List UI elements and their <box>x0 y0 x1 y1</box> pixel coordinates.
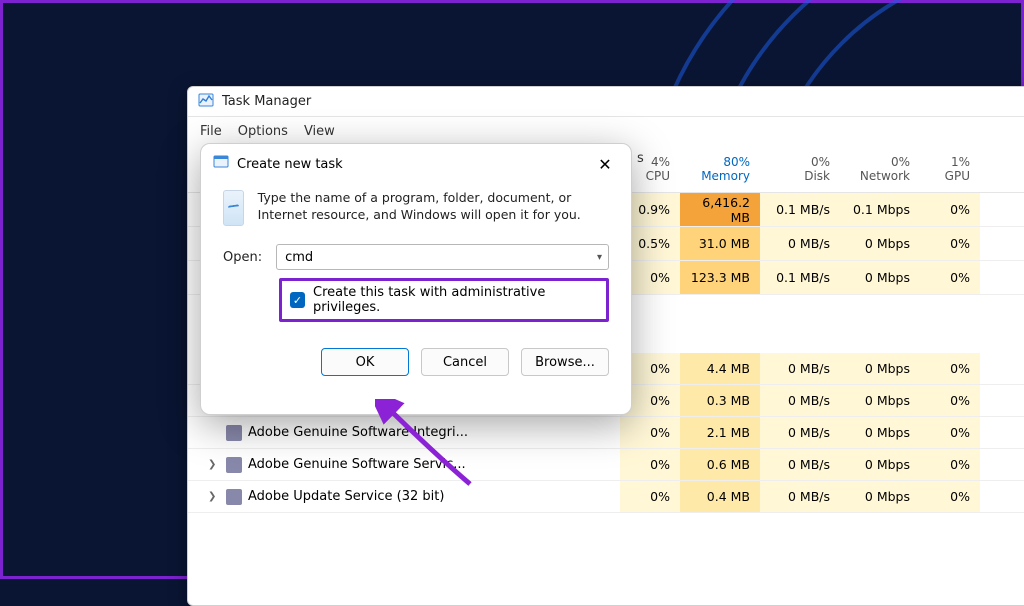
process-name: Adobe Update Service (32 bit) <box>248 489 444 504</box>
cell-gpu: 0% <box>920 481 980 512</box>
cell-disk: 0.1 MB/s <box>760 193 840 226</box>
cell-memory: 0.3 MB <box>680 385 760 416</box>
dialog-title: Create new task <box>237 157 343 172</box>
browse-button[interactable]: Browse... <box>521 348 609 376</box>
run-large-icon <box>223 190 244 226</box>
table-row[interactable]: Adobe Genuine Software Integri... 0% 2.1… <box>188 417 1024 449</box>
cell-disk: 0 MB/s <box>760 449 840 480</box>
dialog-info-text: Type the name of a program, folder, docu… <box>258 190 609 224</box>
expand-icon[interactable]: ❯ <box>208 459 220 470</box>
ok-button[interactable]: OK <box>321 348 409 376</box>
cell-network: 0 Mbps <box>840 261 920 294</box>
process-icon <box>226 457 242 473</box>
cell-disk: 0 MB/s <box>760 481 840 512</box>
process-icon <box>226 489 242 505</box>
task-manager-titlebar[interactable]: Task Manager <box>188 87 1024 117</box>
cell-disk: 0 MB/s <box>760 353 840 384</box>
cell-gpu: 0% <box>920 193 980 226</box>
cell-disk: 0.1 MB/s <box>760 261 840 294</box>
cell-disk: 0 MB/s <box>760 417 840 448</box>
cancel-button[interactable]: Cancel <box>421 348 509 376</box>
col-disk[interactable]: 0%Disk <box>760 145 840 192</box>
close-icon: ✕ <box>598 155 611 174</box>
cell-memory: 2.1 MB <box>680 417 760 448</box>
open-value: cmd <box>285 250 313 265</box>
admin-label: Create this task with administrative pri… <box>313 285 598 315</box>
cell-gpu: 0% <box>920 261 980 294</box>
close-button[interactable]: ✕ <box>591 152 619 176</box>
process-name: Adobe Genuine Software Integri... <box>248 425 468 440</box>
chevron-down-icon: ▾ <box>597 252 602 263</box>
cell-network: 0 Mbps <box>840 481 920 512</box>
cell-network: 0.1 Mbps <box>840 193 920 226</box>
task-manager-title: Task Manager <box>222 94 311 109</box>
cell-memory: 4.4 MB <box>680 353 760 384</box>
cell-gpu: 0% <box>920 385 980 416</box>
cell-gpu: 0% <box>920 417 980 448</box>
process-icon <box>226 425 242 441</box>
task-manager-icon <box>198 92 214 112</box>
cell-memory: 0.6 MB <box>680 449 760 480</box>
cell-memory: 123.3 MB <box>680 261 760 294</box>
cell-memory: 0.4 MB <box>680 481 760 512</box>
cell-network: 0 Mbps <box>840 385 920 416</box>
menu-file[interactable]: File <box>200 124 222 139</box>
table-row[interactable]: ❯ Adobe Genuine Software Servic... 0% 0.… <box>188 449 1024 481</box>
admin-checkbox[interactable]: ✓ <box>290 292 305 308</box>
expand-icon[interactable]: ❯ <box>208 491 220 502</box>
table-row[interactable]: ❯ Adobe Update Service (32 bit) 0% 0.4 M… <box>188 481 1024 513</box>
col-network[interactable]: 0%Network <box>840 145 920 192</box>
col-gpu[interactable]: 1%GPU <box>920 145 980 192</box>
menu-view[interactable]: View <box>304 124 335 139</box>
run-dialog-icon <box>213 154 229 174</box>
process-name: Adobe Genuine Software Servic... <box>248 457 466 472</box>
cell-gpu: 0% <box>920 227 980 260</box>
cell-memory: 6,416.2 MB <box>680 193 760 226</box>
cell-gpu: 0% <box>920 353 980 384</box>
admin-privileges-highlight: ✓ Create this task with administrative p… <box>279 278 609 322</box>
cell-disk: 0 MB/s <box>760 385 840 416</box>
cell-network: 0 Mbps <box>840 227 920 260</box>
cell-cpu: 0% <box>620 481 680 512</box>
col-memory[interactable]: 80%Memory <box>680 145 760 192</box>
task-manager-menubar: File Options View <box>188 117 1024 145</box>
cell-memory: 31.0 MB <box>680 227 760 260</box>
check-icon: ✓ <box>293 294 302 307</box>
cell-disk: 0 MB/s <box>760 227 840 260</box>
tab-tail-letter: s <box>637 151 644 166</box>
cell-network: 0 Mbps <box>840 417 920 448</box>
cell-network: 0 Mbps <box>840 353 920 384</box>
open-label: Open: <box>223 250 262 265</box>
create-task-dialog: Create new task ✕ Type the name of a pro… <box>200 143 632 415</box>
cell-cpu: 0% <box>620 417 680 448</box>
open-combobox[interactable]: cmd ▾ <box>276 244 609 270</box>
cell-network: 0 Mbps <box>840 449 920 480</box>
menu-options[interactable]: Options <box>238 124 288 139</box>
cell-gpu: 0% <box>920 449 980 480</box>
cell-cpu: 0% <box>620 449 680 480</box>
